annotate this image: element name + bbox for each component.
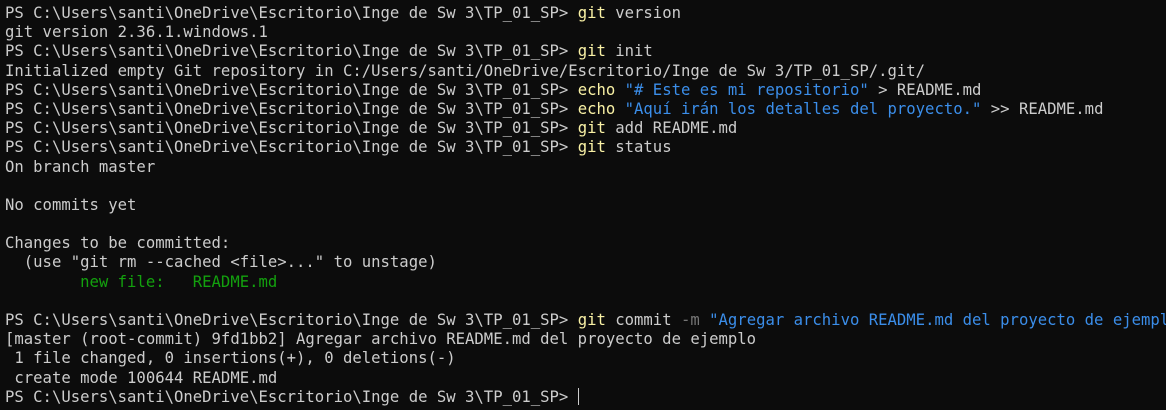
command: git: [577, 138, 606, 157]
command-line: PS C:\Users\santi\OneDrive\Escritorio\In…: [5, 100, 1166, 119]
command-args: init: [605, 42, 653, 61]
output-line: [master (root-commit) 9fd1bb2] Agregar a…: [5, 330, 757, 349]
prompt: PS C:\Users\santi\OneDrive\Escritorio\In…: [5, 80, 578, 99]
command-line: PS C:\Users\santi\OneDrive\Escritorio\In…: [5, 42, 1166, 61]
command: echo: [577, 99, 616, 118]
command: git: [577, 311, 606, 329]
prompt: PS C:\Users\santi\OneDrive\Escritorio\In…: [5, 99, 578, 118]
output-line: No commits yet: [5, 195, 137, 214]
command-string: "Agregar archivo README.md del proyecto …: [699, 311, 1166, 329]
prompt: PS C:\Users\santi\OneDrive\Escritorio\In…: [5, 4, 578, 22]
output-line: Changes to be committed:: [5, 234, 231, 253]
command: echo: [577, 80, 616, 99]
command-args: add README.md: [605, 119, 738, 138]
command-args: status: [605, 138, 672, 157]
prompt: PS C:\Users\santi\OneDrive\Escritorio\In…: [5, 311, 578, 329]
active-command-line[interactable]: PS C:\Users\santi\OneDrive\Escritorio\In…: [5, 387, 1166, 407]
command-flag: -m: [671, 311, 700, 329]
prompt: PS C:\Users\santi\OneDrive\Escritorio\In…: [5, 138, 578, 157]
output-line: 1 file changed, 0 insertions(+), 0 delet…: [5, 349, 456, 368]
command: git: [577, 119, 606, 138]
staged-file-line: new file: README.md: [5, 272, 278, 291]
command-string: "Aquí irán los detalles del proyecto.": [615, 99, 982, 118]
command-line: PS C:\Users\santi\OneDrive\Escritorio\In…: [5, 4, 1166, 23]
command-args: version: [605, 4, 681, 22]
prompt: PS C:\Users\santi\OneDrive\Escritorio\In…: [5, 42, 578, 61]
command-line: PS C:\Users\santi\OneDrive\Escritorio\In…: [5, 311, 1166, 330]
prompt: PS C:\Users\santi\OneDrive\Escritorio\In…: [5, 387, 578, 406]
command-string: "# Este es mi repositorio": [615, 80, 869, 99]
output-line: git version 2.36.1.windows.1: [5, 23, 268, 42]
command-line: PS C:\Users\santi\OneDrive\Escritorio\In…: [5, 138, 1166, 157]
command: git: [577, 4, 606, 22]
text-cursor: [577, 387, 579, 405]
command: git: [577, 42, 606, 61]
command-line: PS C:\Users\santi\OneDrive\Escritorio\In…: [5, 119, 1166, 138]
terminal-window[interactable]: PS C:\Users\santi\OneDrive\Escritorio\In…: [0, 0, 1166, 410]
output-line: On branch master: [5, 157, 156, 176]
command-args: commit: [605, 311, 672, 329]
command-args: >> README.md: [981, 99, 1104, 118]
output-line: create mode 100644 README.md: [5, 368, 278, 387]
command-line: PS C:\Users\santi\OneDrive\Escritorio\In…: [5, 81, 1166, 100]
prompt: PS C:\Users\santi\OneDrive\Escritorio\In…: [5, 119, 578, 138]
command-args: > README.md: [868, 80, 982, 99]
output-line: (use "git rm --cached <file>..." to unst…: [5, 253, 437, 272]
output-line: Initialized empty Git repository in C:/U…: [5, 61, 926, 80]
